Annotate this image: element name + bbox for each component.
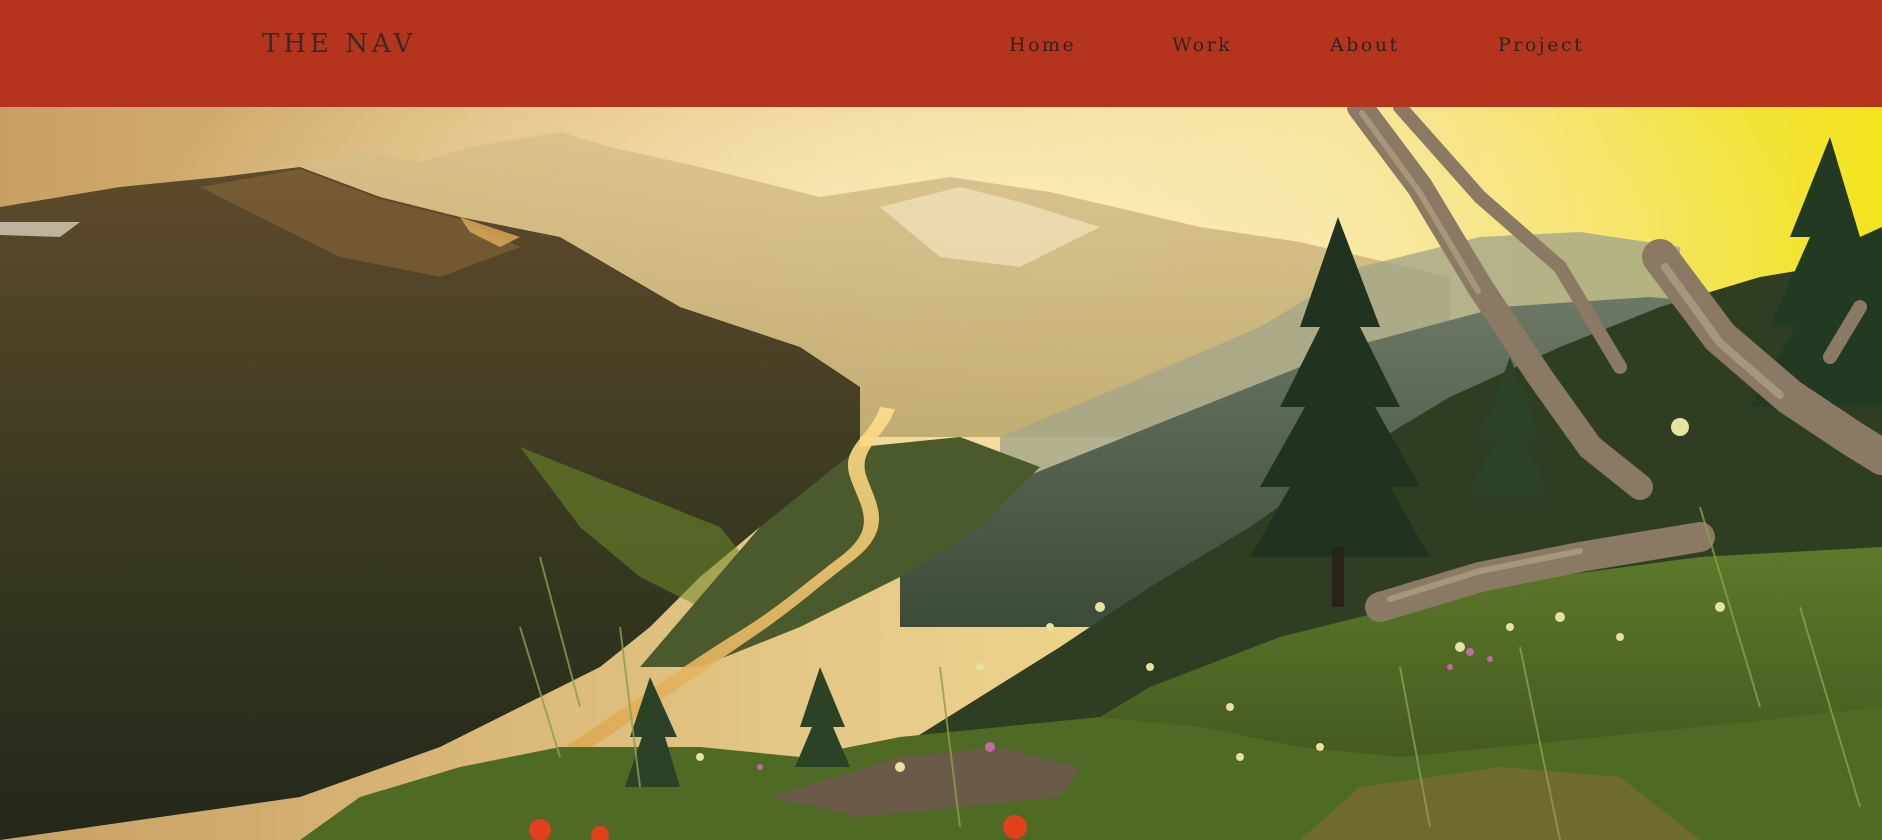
- hero-banner-image: [0, 107, 1882, 840]
- site-brand-logo[interactable]: THE NAV: [262, 26, 416, 62]
- nav-link-home[interactable]: Home: [1009, 32, 1076, 58]
- nav-link-project[interactable]: Project: [1498, 32, 1584, 58]
- mountain-landscape-illustration: [0, 107, 1882, 840]
- nav-link-about[interactable]: About: [1330, 32, 1400, 58]
- top-navigation-bar: THE NAV Home Work About Project: [0, 0, 1882, 107]
- nav-link-work[interactable]: Work: [1172, 32, 1232, 58]
